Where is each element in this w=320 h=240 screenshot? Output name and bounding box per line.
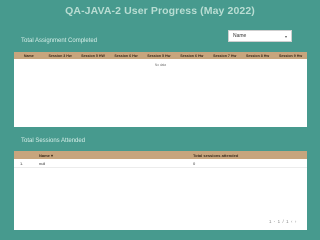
sessions-table: Name ▾ Total sessions attended 1. null 0… — [14, 151, 307, 230]
column-header-session-5-hw-2[interactable]: Session 5 Hw — [142, 54, 175, 58]
chevron-down-icon: ▾ — [284, 33, 287, 39]
empty-state-text: No data — [154, 63, 167, 67]
filter-dropdown-value: Name — [233, 33, 247, 39]
pagination[interactable]: 1 - 1 / 1 ‹ › — [269, 219, 297, 224]
sessions-table-header: Name ▾ Total sessions attended — [14, 151, 307, 159]
column-header-session-5-hw[interactable]: Session 5 HW — [77, 54, 110, 58]
assignments-table: Name Session 3 Hw Session 5 HW Session 6… — [14, 52, 307, 127]
column-header-name[interactable]: Name ▾ — [39, 153, 193, 158]
column-header-session-8-hw[interactable]: Session 8 Hw — [241, 54, 274, 58]
row-name: null — [39, 160, 46, 166]
assignments-table-header: Name Session 3 Hw Session 5 HW Session 6… — [14, 52, 307, 59]
column-header-total-sessions[interactable]: Total sessions attended — [193, 153, 307, 158]
column-header-name[interactable]: Name — [14, 54, 44, 58]
column-header-session-9-hw[interactable]: Session 9 Hw — [274, 54, 307, 58]
table-row[interactable]: 1. null 0 — [14, 159, 307, 168]
sessions-section-label: Total Sessions Attended — [21, 138, 86, 144]
column-header-session-6-hw-2[interactable]: Session 6 Hw — [175, 54, 208, 58]
column-header-session-6-hw[interactable]: Session 6 Hw — [109, 54, 142, 58]
column-header-session-7-hw[interactable]: Session 7 Hw — [208, 54, 241, 58]
page-title: QA-JAVA-2 User Progress (May 2022) — [65, 5, 255, 17]
column-header-session-3-hw[interactable]: Session 3 Hw — [44, 54, 77, 58]
assignments-section-label: Total Assignment Completed — [21, 38, 98, 44]
row-index: 1. — [20, 160, 24, 166]
row-total: 0 — [193, 160, 196, 166]
filter-dropdown[interactable]: Name ▾ — [228, 30, 292, 42]
sort-icon[interactable]: ▾ — [51, 153, 53, 158]
